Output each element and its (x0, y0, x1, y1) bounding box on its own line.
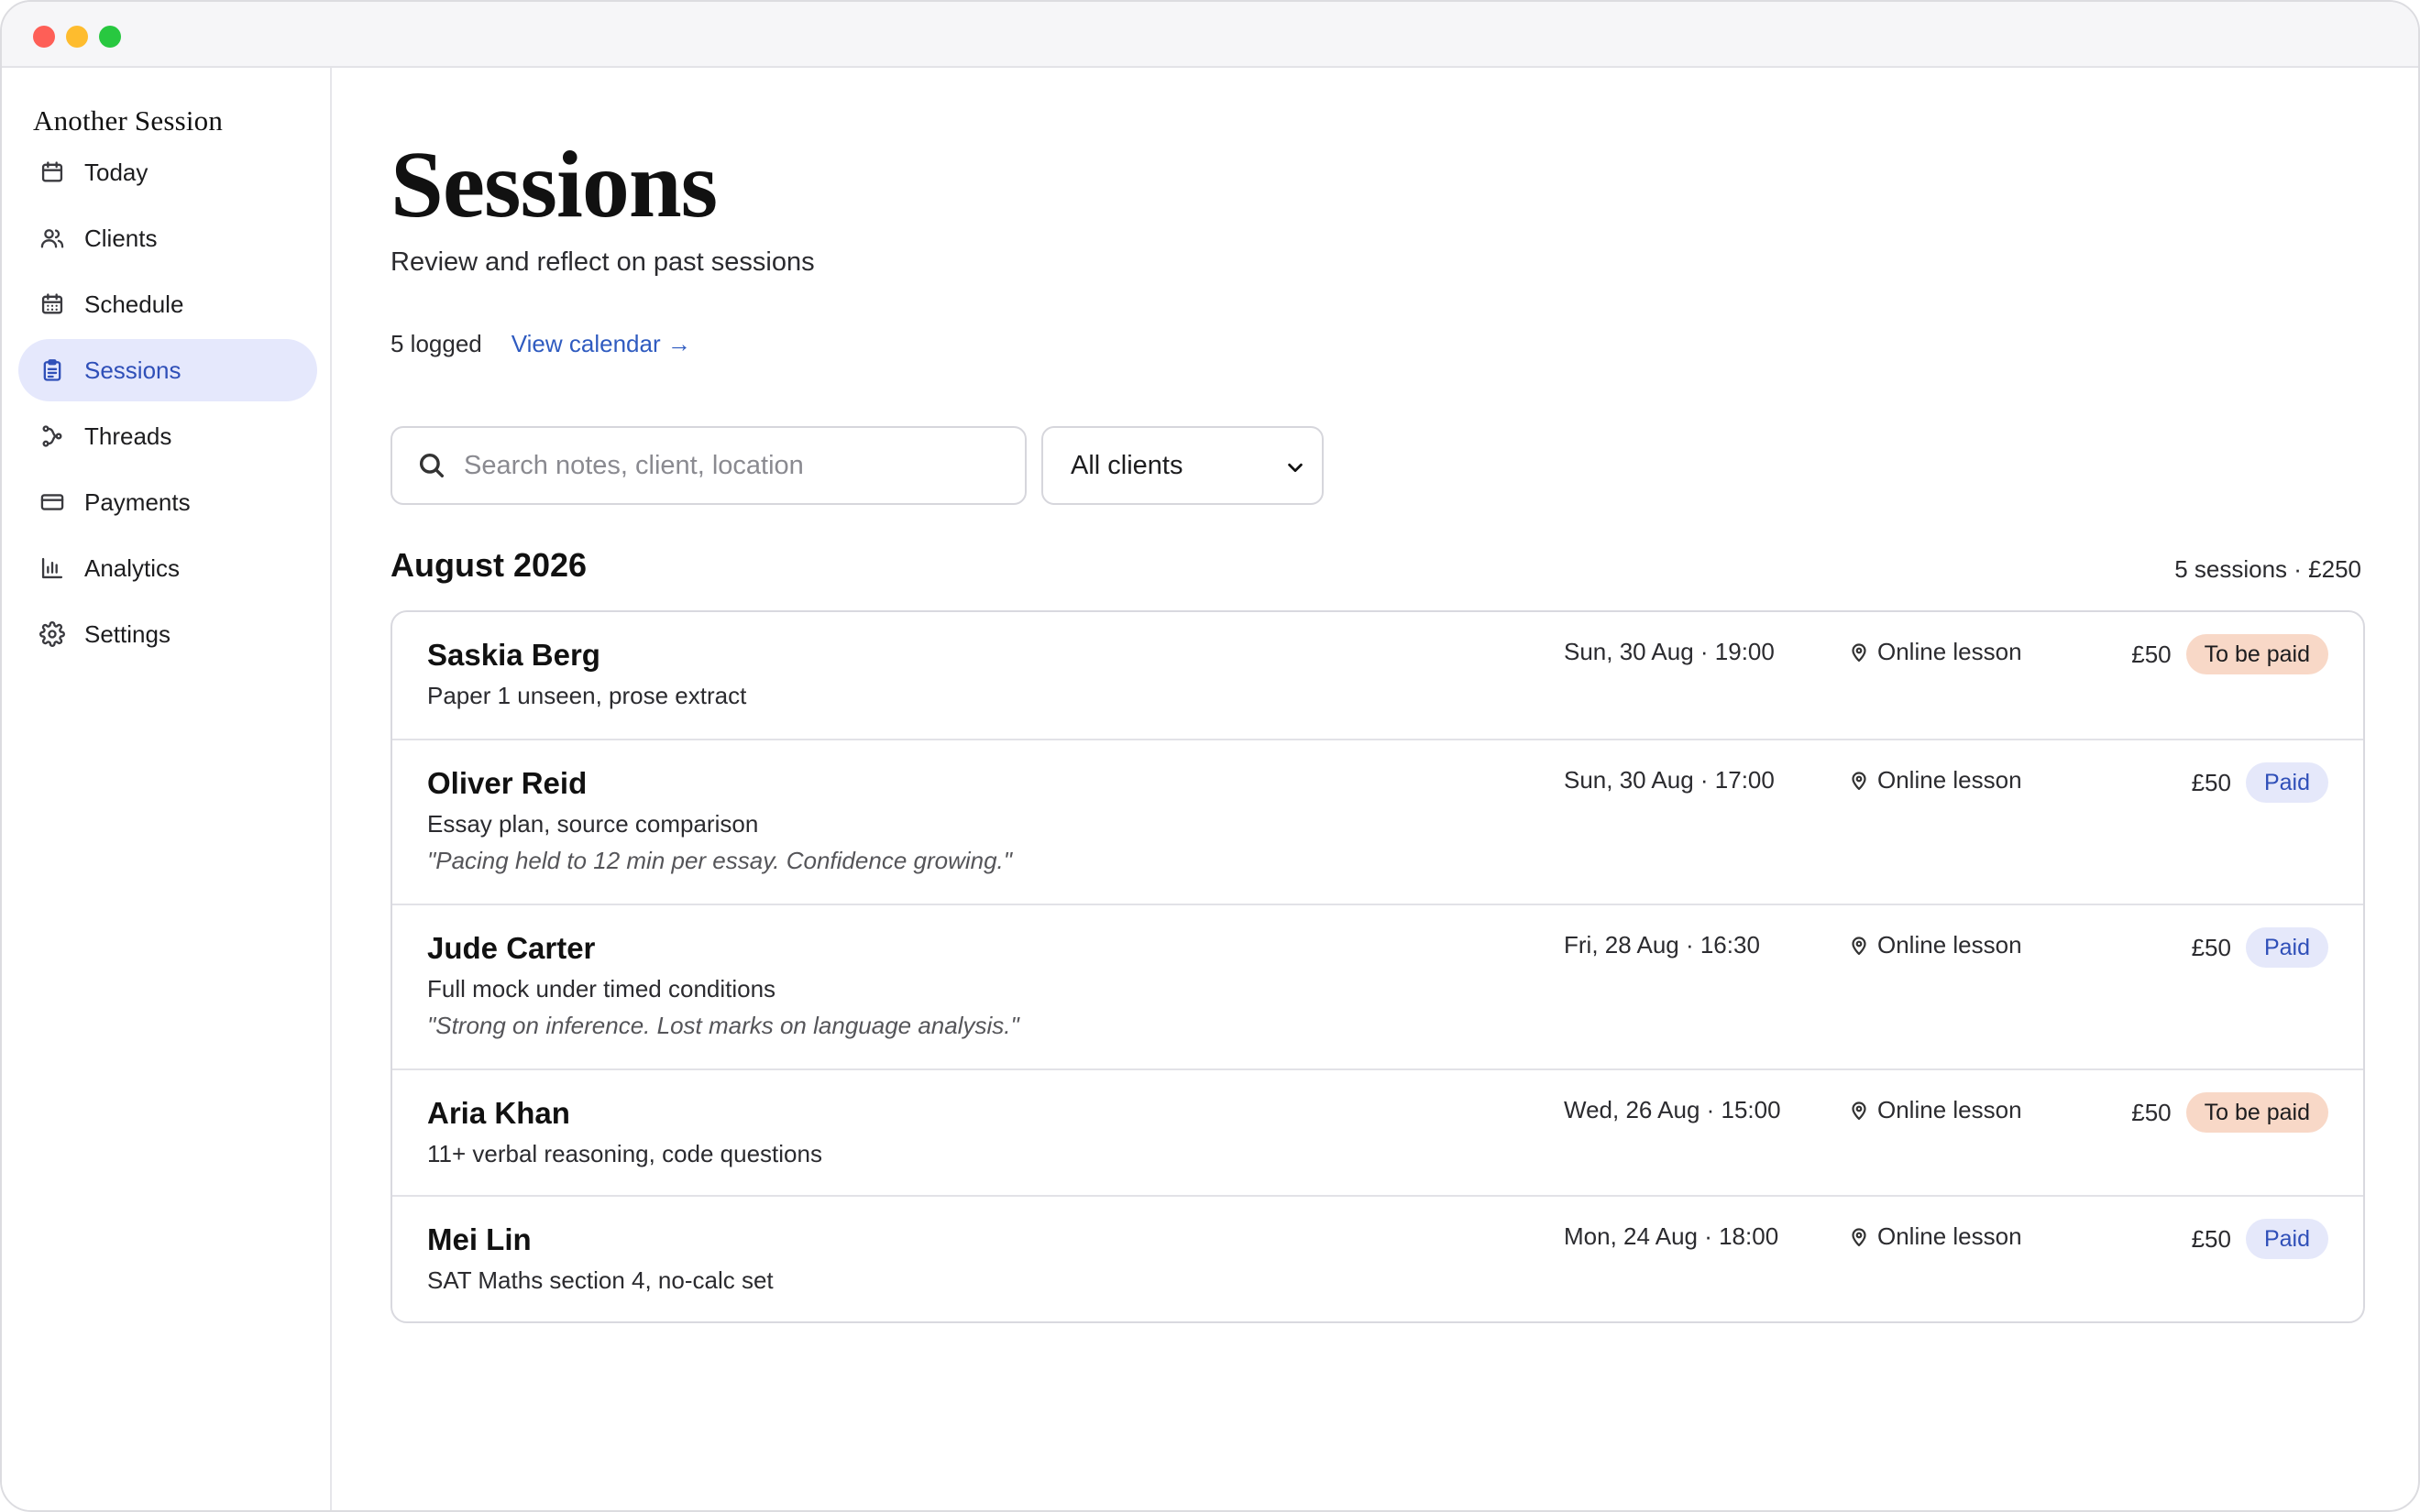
sidebar-item-label: Sessions (84, 356, 182, 384)
session-price: £50 (2191, 1224, 2231, 1253)
status-badge: To be paid (2185, 634, 2328, 674)
session-price: £50 (2191, 933, 2231, 961)
sidebar-item-sessions[interactable]: Sessions (18, 339, 317, 401)
session-topic: SAT Maths section 4, no-calc set (427, 1266, 774, 1294)
search-icon (419, 453, 445, 478)
payment-info: £50 To be paid (2131, 634, 2328, 674)
sidebar-item-analytics[interactable]: Analytics (18, 537, 317, 599)
close-window-button[interactable] (33, 26, 55, 48)
users-icon (38, 225, 66, 252)
payment-info: £50 To be paid (2131, 1092, 2328, 1133)
session-location: Online lesson (1848, 766, 2022, 794)
status-badge: Paid (2245, 1219, 2328, 1259)
sidebar: Another Session Today Clients Schedule S… (2, 68, 332, 1510)
session-date: Wed, 26 Aug · 15:00 (1564, 1096, 1781, 1123)
session-note: "Strong on inference. Lost marks on lang… (427, 1012, 1019, 1039)
title-bar (2, 2, 2418, 68)
session-price: £50 (2131, 640, 2172, 668)
client-filter-select[interactable]: All clients (1041, 426, 1324, 505)
sidebar-item-payments[interactable]: Payments (18, 471, 317, 533)
status-badge: To be paid (2185, 1092, 2328, 1133)
session-row[interactable]: Oliver Reid Essay plan, source compariso… (392, 739, 2363, 904)
session-date: Sun, 30 Aug · 19:00 (1564, 638, 1775, 665)
client-name: Mei Lin (427, 1222, 532, 1256)
session-row[interactable]: Saskia Berg Paper 1 unseen, prose extrac… (392, 612, 2363, 739)
session-date: Sun, 30 Aug · 17:00 (1564, 766, 1775, 794)
calendar-grid-icon (38, 290, 66, 318)
session-list: Saskia Berg Paper 1 unseen, prose extrac… (390, 610, 2365, 1323)
search-input[interactable] (464, 450, 996, 481)
sidebar-item-threads[interactable]: Threads (18, 405, 317, 467)
bar-chart-icon (38, 554, 66, 582)
payment-info: £50 Paid (2192, 927, 2328, 968)
session-topic: Essay plan, source comparison (427, 810, 759, 838)
sidebar-item-settings[interactable]: Settings (18, 603, 317, 665)
client-name: Aria Khan (427, 1096, 570, 1130)
credit-card-icon (38, 488, 66, 516)
location-pin-icon (1852, 1101, 1866, 1120)
logged-count: 5 logged (390, 330, 482, 357)
session-location: Online lesson (1848, 931, 2022, 959)
session-row[interactable]: Aria Khan 11+ verbal reasoning, code que… (392, 1068, 2363, 1195)
page-title: Sessions (390, 132, 718, 237)
location-pin-icon (1852, 1227, 1866, 1246)
view-calendar-link[interactable]: View calendar → (512, 330, 691, 358)
clipboard-icon (38, 356, 66, 384)
sidebar-item-label: Clients (84, 224, 158, 252)
gear-icon (38, 620, 66, 648)
calendar-icon (38, 159, 66, 186)
search-box[interactable] (390, 426, 1027, 505)
session-date: Mon, 24 Aug · 18:00 (1564, 1222, 1779, 1250)
session-price: £50 (2191, 768, 2231, 796)
sidebar-item-label: Payments (84, 488, 191, 516)
meta-row: 5 logged View calendar → (390, 330, 691, 358)
session-location: Online lesson (1848, 1096, 2022, 1124)
status-badge: Paid (2245, 762, 2328, 803)
session-location: Online lesson (1848, 1222, 2022, 1251)
client-name: Oliver Reid (427, 766, 588, 800)
maximize-window-button[interactable] (99, 26, 121, 48)
sidebar-item-label: Analytics (84, 553, 181, 582)
session-row[interactable]: Jude Carter Full mock under timed condit… (392, 904, 2363, 1068)
sidebar-item-schedule[interactable]: Schedule (18, 273, 317, 335)
session-price: £50 (2131, 1098, 2172, 1126)
client-filter-value: All clients (1071, 450, 1183, 480)
threads-icon (38, 422, 66, 450)
location-pin-icon (1852, 936, 1866, 955)
client-name: Jude Carter (427, 931, 596, 965)
page-subtitle: Review and reflect on past sessions (390, 247, 815, 277)
payment-info: £50 Paid (2192, 762, 2328, 803)
location-pin-icon (1852, 771, 1866, 790)
payment-info: £50 Paid (2192, 1219, 2328, 1259)
location-label: Online lesson (1877, 766, 2022, 794)
minimize-window-button[interactable] (66, 26, 88, 48)
app-window: Another Session Today Clients Schedule S… (0, 0, 2420, 1512)
session-topic: Paper 1 unseen, prose extract (427, 682, 747, 709)
sidebar-item-label: Settings (84, 619, 170, 648)
sidebar-item-label: Schedule (84, 290, 184, 318)
location-label: Online lesson (1877, 1096, 2022, 1123)
main-content: Sessions Review and reflect on past sess… (334, 68, 2418, 1510)
session-location: Online lesson (1848, 638, 2022, 666)
session-topic: Full mock under timed conditions (427, 975, 776, 1003)
session-note: "Pacing held to 12 min per essay. Confid… (427, 847, 1013, 874)
sidebar-item-clients[interactable]: Clients (18, 207, 317, 269)
month-summary: 5 sessions · £250 (2174, 555, 2361, 583)
sidebar-item-today[interactable]: Today (18, 141, 317, 203)
chevron-down-icon (1288, 463, 1303, 473)
client-name: Saskia Berg (427, 638, 600, 672)
location-label: Online lesson (1877, 1222, 2022, 1250)
sidebar-item-label: Today (84, 158, 148, 186)
session-topic: 11+ verbal reasoning, code questions (427, 1140, 822, 1167)
status-badge: Paid (2245, 927, 2328, 968)
session-date: Fri, 28 Aug · 16:30 (1564, 931, 1760, 959)
app-brand: Another Session (33, 104, 224, 137)
sidebar-item-label: Threads (84, 422, 172, 450)
location-label: Online lesson (1877, 931, 2022, 959)
location-pin-icon (1852, 642, 1866, 662)
session-row[interactable]: Mei Lin SAT Maths section 4, no-calc set… (392, 1195, 2363, 1321)
month-heading: August 2026 (390, 546, 588, 584)
location-label: Online lesson (1877, 638, 2022, 665)
